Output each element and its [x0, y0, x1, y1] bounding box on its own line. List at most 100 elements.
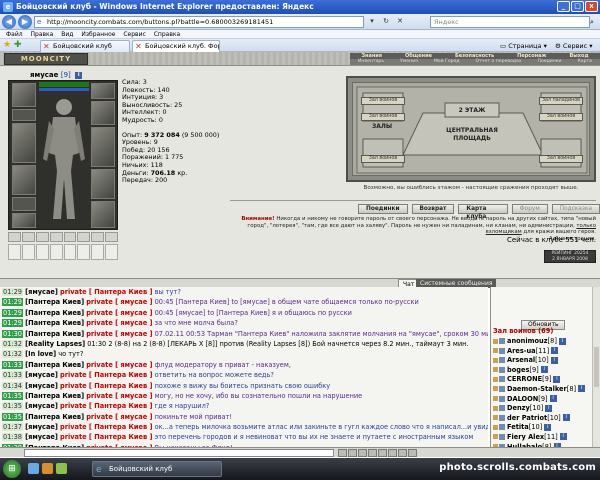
refresh-icon[interactable]: ↻ — [380, 16, 392, 28]
message-author[interactable]: [ямусае] — [25, 402, 58, 410]
nav-transfers[interactable]: Отчет о переводах — [476, 59, 522, 65]
message-author[interactable]: [Пантера Киев] — [25, 392, 84, 400]
url-input[interactable]: e http://mooncity.combats.com/buttons.pl… — [34, 16, 364, 28]
private-tag[interactable]: private [ ямусае ] — [86, 330, 152, 338]
scroll-slot[interactable] — [63, 244, 77, 260]
nav-map[interactable]: Карта — [578, 59, 592, 65]
minimize-button[interactable]: _ — [557, 1, 570, 12]
tab-forum[interactable]: ✕ Бойцовский клуб. Форум: "... — [132, 40, 220, 52]
page-menu[interactable]: ▭ Страница ▾ — [500, 40, 547, 52]
translit-button[interactable] — [408, 449, 417, 457]
warrior-name[interactable]: anonimouz — [507, 337, 548, 345]
taskbar-ie-window[interactable]: e Бойцовский клуб — [92, 461, 222, 477]
warrior-row[interactable]: CERRONE[9] i — [493, 375, 589, 385]
scroll-slot[interactable] — [8, 244, 21, 260]
info-icon[interactable]: i — [558, 337, 566, 345]
menu-file[interactable]: Файл — [6, 31, 23, 38]
search-input[interactable]: Яндекс — [430, 16, 590, 28]
warrior-row[interactable]: der Patriot[10] i — [493, 414, 589, 424]
hall-plaque[interactable]: Зал воинов — [539, 113, 583, 121]
return-button[interactable]: Возврат — [411, 204, 455, 214]
nav-skills[interactable]: Умения — [400, 59, 418, 65]
message-author[interactable]: [ямусае] — [25, 371, 58, 379]
warrior-name[interactable]: Denzy — [507, 404, 530, 412]
warrior-name[interactable]: Fetita — [507, 423, 529, 431]
rating-badge[interactable]: РЕЙТИНГ 20254 2 ЯНВАРЯ 2008 — [544, 250, 596, 263]
weapon-slot[interactable] — [12, 123, 36, 163]
favorites-star-icon[interactable]: ★ — [3, 40, 11, 51]
message-author[interactable]: [Пантера Киев] — [25, 298, 84, 306]
warrior-row[interactable]: Fetita[10] i — [493, 423, 589, 433]
message-author[interactable]: [Пантера Киев] — [25, 309, 84, 317]
fights-button[interactable]: Поединки — [358, 204, 408, 214]
menu-help[interactable]: Справка — [154, 31, 180, 38]
clear-button[interactable] — [348, 449, 357, 457]
maximize-button[interactable]: □ — [571, 1, 584, 12]
private-tag[interactable]: private [ ямусае ] — [86, 392, 152, 400]
helmet-slot[interactable] — [12, 83, 36, 107]
private-tag[interactable]: private [ ямусае ] — [86, 309, 152, 317]
ring-slot[interactable] — [91, 232, 105, 242]
scroll-slot[interactable] — [91, 244, 105, 260]
info-icon[interactable]: i — [540, 366, 548, 374]
private-tag[interactable]: private [ Пантера Киев ] — [60, 288, 152, 296]
back-arrow-icon[interactable]: ◀ — [2, 15, 16, 29]
info-icon[interactable]: i — [562, 414, 570, 422]
message-author[interactable]: [ямусае] — [25, 433, 58, 441]
dropdown-icon[interactable]: ▾ — [366, 16, 378, 28]
info-icon[interactable]: i — [545, 404, 553, 412]
message-author[interactable]: [In love] — [25, 350, 56, 358]
nav-inventory[interactable]: Инвентарь — [358, 59, 384, 65]
info-icon[interactable]: i — [559, 433, 567, 441]
warrior-name[interactable]: der Patriot — [507, 414, 547, 422]
private-tag[interactable]: private [ ямусае ] — [86, 361, 152, 369]
service-menu[interactable]: ⚙ Сервис ▾ — [555, 40, 593, 52]
private-tag[interactable]: private [ Пантера Киев ] — [60, 433, 152, 441]
private-tag[interactable]: private [ Пантера Киев ] — [60, 371, 152, 379]
warrior-row[interactable]: Denzy[10] i — [493, 404, 589, 414]
chat-input[interactable] — [24, 449, 334, 457]
warrior-name[interactable]: boges — [507, 366, 529, 374]
info-icon[interactable]: i — [553, 375, 561, 383]
hall-plaque[interactable]: Зал воинов — [361, 97, 405, 105]
ring-slot[interactable] — [77, 232, 91, 242]
info-icon[interactable]: i — [544, 423, 552, 431]
ring-slot[interactable] — [8, 232, 21, 242]
scroll-slot[interactable] — [49, 244, 63, 260]
menu-favorites[interactable]: Избранное — [81, 31, 115, 38]
info-icon[interactable]: i — [551, 347, 559, 355]
ring-slot[interactable] — [105, 232, 118, 242]
menu-view[interactable]: Вид — [61, 31, 73, 38]
ring-slot[interactable] — [35, 232, 49, 242]
nav-my-city[interactable]: Мой Город — [434, 59, 460, 65]
ring-slot[interactable] — [49, 232, 63, 242]
message-author[interactable]: [Пантера Киев] — [25, 319, 84, 327]
warrior-name[interactable]: DALOON — [507, 395, 538, 403]
message-author[interactable]: [Reality Lapses] — [25, 340, 85, 348]
info-icon[interactable]: i — [550, 356, 558, 364]
add-favorite-icon[interactable]: ✚ — [14, 40, 22, 51]
message-author[interactable]: [Пантера Киев] — [25, 361, 84, 369]
warrior-name[interactable]: Ares-ua — [507, 347, 536, 355]
message-author[interactable]: [ямусае] — [25, 423, 58, 431]
necklace-slot[interactable] — [12, 109, 36, 121]
forward-arrow-icon[interactable]: ▶ — [18, 15, 32, 29]
menu-tools[interactable]: Сервис — [123, 31, 145, 38]
pants-slot[interactable] — [91, 169, 115, 199]
central-square-label[interactable]: ЦЕНТРАЛЬНАЯ ПЛОЩАДЬ — [427, 127, 517, 145]
info-icon[interactable]: i — [549, 395, 557, 403]
warrior-row[interactable]: DALOON[9] i — [493, 395, 589, 405]
warrior-row[interactable]: Arsenal[10] i — [493, 356, 589, 366]
private-tag[interactable]: private [ ямусае ] — [86, 298, 152, 306]
earrings-slot[interactable] — [91, 83, 115, 99]
hall-plaque[interactable]: Зал воинов — [361, 155, 405, 163]
hall-plaque[interactable]: Зал воинов — [539, 155, 583, 163]
private-tag[interactable]: private [ ямусае ] — [86, 319, 152, 327]
warrior-row[interactable]: Ares-ua[11] i — [493, 347, 589, 357]
private-tag[interactable]: private [ Пантера Киев ] — [60, 402, 152, 410]
character-name[interactable]: ямусае [9] i — [30, 71, 83, 79]
warrior-name[interactable]: Arsenal — [507, 356, 535, 364]
nav-fights[interactable]: Поединки — [538, 59, 562, 65]
ring-slot[interactable] — [63, 232, 77, 242]
info-icon[interactable]: i — [75, 71, 83, 79]
